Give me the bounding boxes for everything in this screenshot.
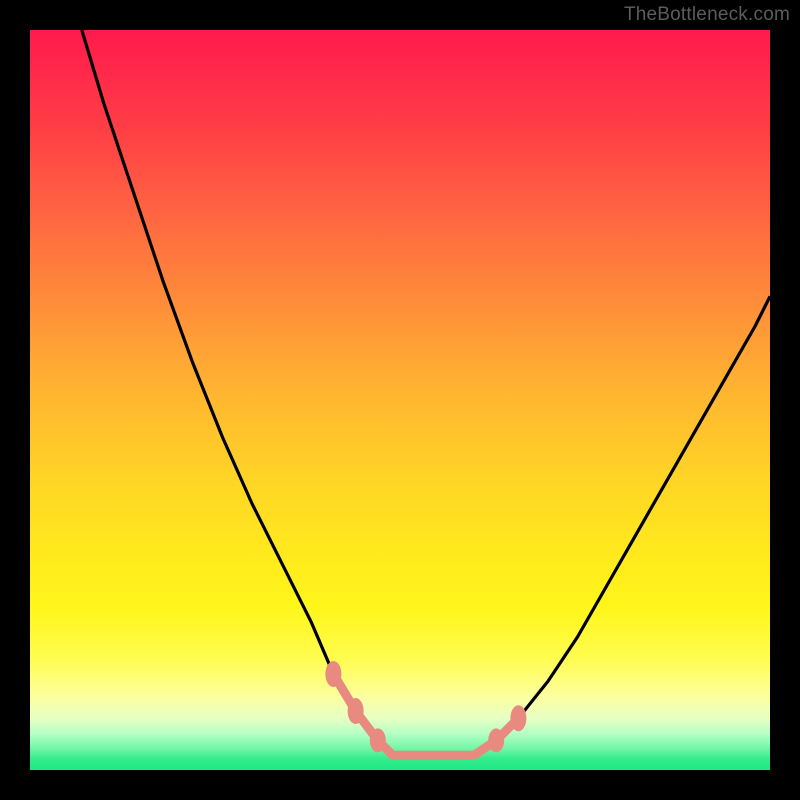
watermark-text: TheBottleneck.com [624,4,790,26]
right-curve-path [474,296,770,755]
left-curve-path [82,30,393,755]
marker-dot [488,728,504,752]
marker-dot [325,661,341,687]
marker-dot [348,698,364,724]
marker-dot [370,728,386,752]
chart-svg [30,30,770,770]
plot-area [30,30,770,770]
chart-frame: TheBottleneck.com [0,0,800,800]
marker-dot [510,705,526,731]
